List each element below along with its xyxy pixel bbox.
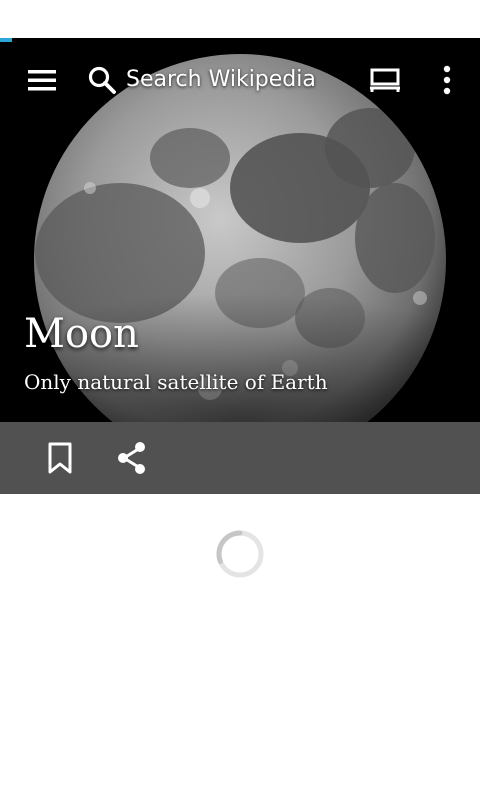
lead-image[interactable]: Search Wikipedia Moon Only natural satel… [0,38,480,422]
share-button[interactable] [112,438,152,478]
article-description: Only natural satellite of Earth [24,370,328,394]
more-vert-icon [443,65,451,95]
article-content [0,494,480,800]
reading-list-icon [370,68,400,92]
bookmark-button[interactable] [40,438,80,478]
status-accent [0,38,12,42]
article-action-bar [0,422,480,494]
article-title: Moon [24,311,139,357]
bookmark-icon [48,442,72,474]
toolbar: Search Wikipedia [0,38,480,122]
menu-button[interactable] [22,62,62,98]
search-input[interactable]: Search Wikipedia [126,64,336,96]
reading-list-button[interactable] [364,62,406,98]
search-icon[interactable] [86,64,118,96]
share-icon [118,442,145,474]
overflow-menu-button[interactable] [432,62,462,98]
loading-spinner-icon [216,530,264,578]
status-bar [0,0,480,38]
menu-icon [28,70,56,91]
